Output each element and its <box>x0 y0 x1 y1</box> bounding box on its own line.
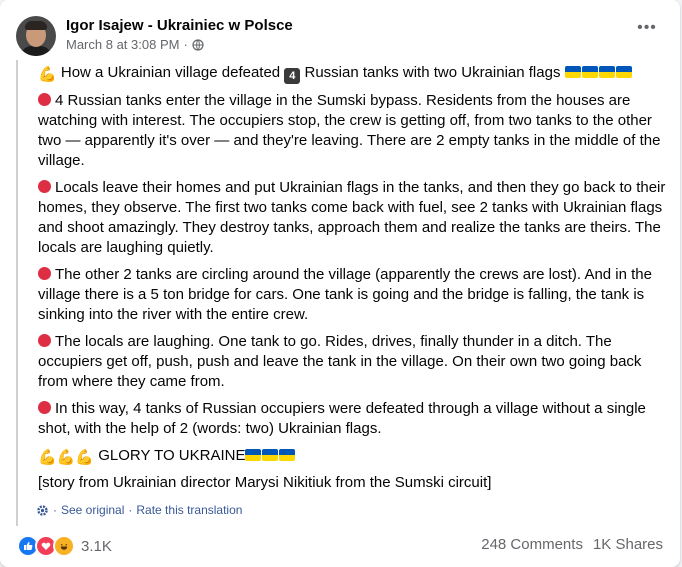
glory-text: GLORY TO UKRAINE <box>98 447 246 464</box>
globe-icon[interactable] <box>192 38 204 51</box>
paragraph-text: Locals leave their homes and put Ukraini… <box>38 179 666 256</box>
avatar-shirt <box>20 46 52 56</box>
post-title: 💪 How a Ukrainian village defeated 4 Rus… <box>38 63 668 85</box>
ukraine-flag-icon <box>245 449 262 461</box>
number-four-icon: 4 <box>284 68 301 84</box>
post-timestamp[interactable]: March 8 at 3:08 PM <box>66 37 179 52</box>
dot-separator: · <box>128 503 133 517</box>
ukraine-flag-icon <box>615 66 632 78</box>
post-card: Igor Isajew - Ukrainiec w Polsce March 8… <box>0 0 680 567</box>
ukraine-flags <box>564 64 633 81</box>
paragraph-text: In this way, 4 tanks of Russian occupier… <box>38 400 646 437</box>
red-circle-icon <box>38 267 51 280</box>
red-circle-icon <box>38 401 51 414</box>
see-original-link[interactable]: See original <box>61 503 124 517</box>
paragraph-2: Locals leave their homes and put Ukraini… <box>38 178 668 258</box>
haha-reaction-icon <box>53 535 75 557</box>
title-part1: How a Ukrainian village defeated <box>60 64 281 81</box>
ukraine-flag-icon <box>564 66 581 78</box>
title-part2: Russian tanks with two Ukrainian flags <box>304 64 561 81</box>
paragraph-text: The other 2 tanks are circling around th… <box>38 266 652 323</box>
story-credit: [story from Ukrainian director Marysi Ni… <box>38 474 492 491</box>
paragraph-5: In this way, 4 tanks of Russian occupier… <box>38 399 668 439</box>
paragraph-3: The other 2 tanks are circling around th… <box>38 265 668 325</box>
paragraph-4: The locals are laughing. One tank to go.… <box>38 332 668 392</box>
post-content: 💪 How a Ukrainian village defeated 4 Rus… <box>16 60 666 526</box>
flexed-biceps-icon: 💪💪💪 <box>38 449 95 466</box>
flexed-biceps-icon: 💪 <box>38 66 57 83</box>
red-circle-icon <box>38 180 51 193</box>
avatar-hair <box>25 21 47 30</box>
paragraph-text: The locals are laughing. One tank to go.… <box>38 333 642 390</box>
ukraine-flag-icon <box>279 449 296 461</box>
reaction-count[interactable]: 3.1K <box>81 538 112 555</box>
author-name[interactable]: Igor Isajew - Ukrainiec w Polsce <box>66 17 293 34</box>
dot-separator: · <box>53 503 57 517</box>
red-circle-icon <box>38 334 51 347</box>
ukraine-flag-icon <box>581 66 598 78</box>
translation-links: · See original · Rate this translation <box>36 503 242 517</box>
reactions-summary[interactable]: 3.1K <box>17 535 112 557</box>
engagement-stats: 248 Comments 1K Shares <box>481 536 663 553</box>
author-avatar[interactable] <box>16 16 56 56</box>
shares-count[interactable]: 1K Shares <box>593 536 663 553</box>
meta-separator: · <box>183 37 188 52</box>
paragraph-text: 4 Russian tanks enter the village in the… <box>38 92 661 169</box>
post-meta: March 8 at 3:08 PM · <box>66 37 204 52</box>
ukraine-flag-icon <box>262 449 279 461</box>
more-options-button[interactable]: ••• <box>632 18 662 38</box>
glory-line: 💪💪💪 GLORY TO UKRAINE <box>38 446 668 468</box>
comments-count[interactable]: 248 Comments <box>481 536 583 553</box>
ukraine-flag-icon <box>598 66 615 78</box>
paragraph-1: 4 Russian tanks enter the village in the… <box>38 91 668 171</box>
red-circle-icon <box>38 93 51 106</box>
rate-translation-link[interactable]: Rate this translation <box>136 503 242 517</box>
gear-icon <box>37 504 48 516</box>
